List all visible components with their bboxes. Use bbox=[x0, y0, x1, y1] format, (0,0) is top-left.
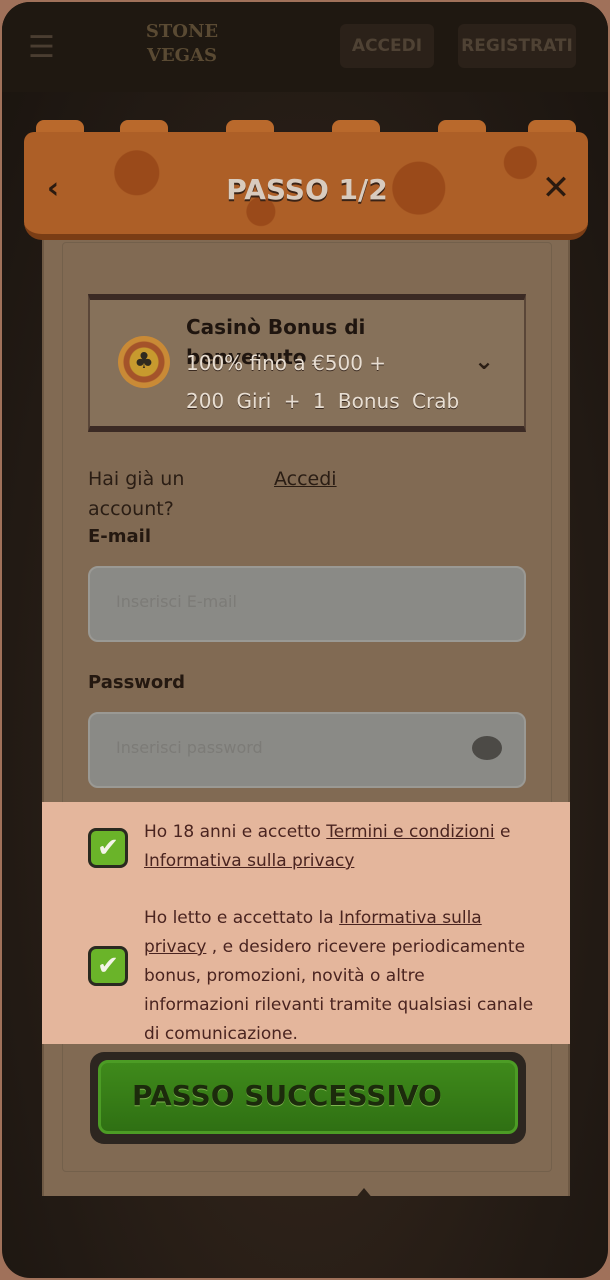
eye-icon[interactable] bbox=[472, 736, 502, 760]
close-icon[interactable]: ✕ bbox=[538, 170, 574, 206]
menu-icon[interactable]: ☰ bbox=[28, 30, 72, 65]
password-placeholder: Inserisci password bbox=[116, 738, 263, 757]
login-button[interactable]: ACCEDI bbox=[340, 24, 434, 68]
next-step-label[interactable]: PASSO SUCCESSIVO bbox=[132, 1074, 492, 1118]
account-prompt: Hai già un account? bbox=[88, 468, 185, 520]
consent-text-part: e bbox=[494, 822, 511, 842]
login-link[interactable]: Accedi bbox=[274, 464, 338, 494]
bonus-offer-line1: 100% fino a €500 + bbox=[186, 351, 387, 375]
bottom-notch bbox=[354, 1188, 374, 1200]
back-chevron-icon[interactable]: ‹ bbox=[38, 172, 68, 206]
email-field[interactable]: Inserisci E-mail bbox=[88, 566, 526, 642]
chevron-down-icon[interactable]: ⌄ bbox=[468, 346, 500, 376]
privacy-link[interactable]: Informativa sulla privacy bbox=[144, 851, 354, 871]
password-field[interactable]: Inserisci password bbox=[88, 712, 526, 788]
age-terms-text: Ho 18 anni e accetto Termini e condizion… bbox=[144, 818, 524, 876]
marketing-consent-text: Ho letto e accettato la Informativa sull… bbox=[144, 904, 534, 1049]
step-title: PASSO 1/2 bbox=[226, 173, 388, 206]
top-bar: ☰ STONE VEGAS ACCEDI REGISTRATI bbox=[2, 2, 608, 92]
logo: STONE VEGAS bbox=[145, 21, 219, 66]
register-button[interactable]: REGISTRATI bbox=[458, 24, 576, 68]
phone-screen: ☰ STONE VEGAS ACCEDI REGISTRATI ‹ PASSO … bbox=[2, 2, 608, 1278]
consent-text-part: Ho letto e accettato la bbox=[144, 908, 340, 928]
casino-chip-icon: ♣ bbox=[118, 336, 170, 388]
bonus-title: Casinò Bonus di benvenuto bbox=[186, 315, 366, 369]
age-terms-checkbox[interactable]: ✔ bbox=[88, 828, 128, 868]
bonus-offer-line2: 200 Giri + 1 Bonus Crab bbox=[186, 389, 460, 413]
email-label: E-mail bbox=[88, 526, 152, 547]
password-label: Password bbox=[88, 672, 186, 693]
email-placeholder: Inserisci E-mail bbox=[116, 592, 237, 611]
marketing-checkbox[interactable]: ✔ bbox=[88, 946, 128, 986]
consent-text-part: Ho 18 anni e accetto bbox=[144, 822, 327, 842]
terms-link[interactable]: Termini e condizioni bbox=[326, 822, 494, 842]
